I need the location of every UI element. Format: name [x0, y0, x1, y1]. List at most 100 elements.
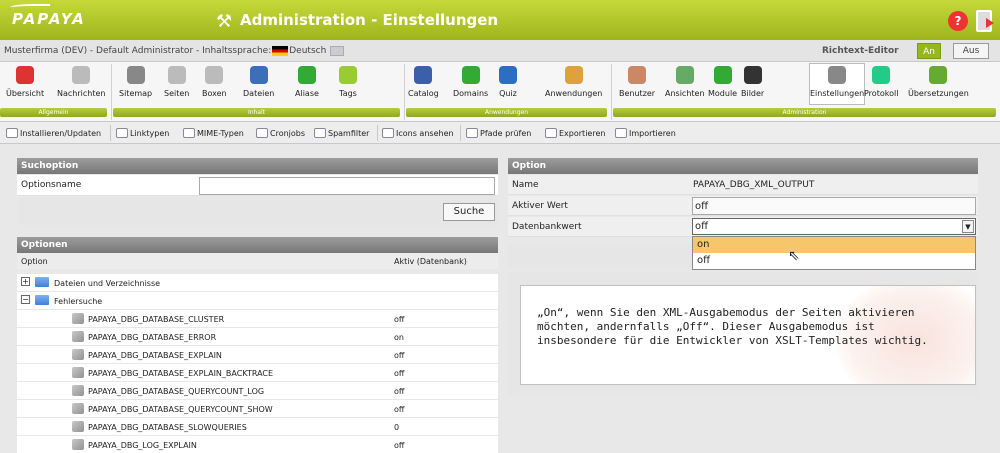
english-flag-icon[interactable] — [330, 46, 345, 56]
suche-button[interactable]: Suche — [443, 203, 495, 221]
toolbar-dateien-button[interactable]: Dateien — [243, 64, 274, 98]
toolbar-tags-button[interactable]: Tags — [339, 64, 357, 98]
übersetzungen-icon — [929, 66, 948, 84]
option-name: PAPAYA_DBG_DATABASE_CLUSTER — [88, 315, 225, 324]
toolbar-protokoll-button[interactable]: Protokoll — [864, 64, 898, 98]
quiz-icon — [499, 66, 517, 84]
toolbar2-importieren-button[interactable]: Importieren — [615, 128, 676, 138]
optionsname-label: Optionsname — [21, 180, 82, 190]
table-row[interactable]: PAPAYA_DBG_DATABASE_SLOWQUERIES 0 — [17, 418, 498, 435]
expand-icon[interactable]: − — [21, 295, 30, 304]
toolbar-sitemap-button[interactable]: Sitemap — [119, 64, 152, 98]
table-row[interactable]: PAPAYA_DBG_DATABASE_ERROR on — [17, 328, 498, 345]
tree-folder[interactable]: + Dateien und Verzeichnisse — [17, 274, 498, 291]
cronjobs-icon — [256, 128, 268, 138]
toolbar2-spamfilter-button[interactable]: Spamfilter — [314, 128, 369, 138]
aktiver-wert-label: Aktiver Wert — [512, 201, 568, 211]
optionsname-input[interactable] — [199, 177, 495, 195]
datenbankwert-dropdown[interactable]: on off — [692, 236, 976, 270]
wrench-icon — [72, 367, 84, 378]
toolbar2-linktypen-button[interactable]: Linktypen — [116, 128, 169, 138]
table-row[interactable]: PAPAYA_DBG_DATABASE_EXPLAIN_BACKTRACE off — [17, 364, 498, 381]
benutzer-icon — [628, 66, 647, 84]
exportieren-icon — [545, 128, 557, 138]
mimetypen-icon — [183, 128, 195, 138]
option-value: off — [394, 387, 405, 396]
german-flag-icon[interactable] — [272, 46, 289, 56]
toolbar-seiten-button[interactable]: Seiten — [164, 64, 189, 98]
richtext-on-button[interactable]: An — [917, 43, 941, 59]
option-value: 0 — [394, 423, 400, 432]
help-icon[interactable]: ? — [948, 11, 968, 31]
table-row[interactable]: PAPAYA_DBG_DATABASE_QUERYCOUNT_SHOW off — [17, 400, 498, 417]
sub-toolbar: Installieren/Updaten Linktypen MIME-Typen C… — [0, 122, 1000, 144]
toolbar2-iconsansehen-button[interactable]: Icons ansehen — [382, 128, 454, 138]
optionen-header: Optionen — [17, 237, 498, 253]
datenbankwert-select[interactable]: off ▼ — [692, 218, 976, 235]
wrench-icon — [72, 313, 84, 324]
option-header: Option — [508, 158, 978, 174]
table-row[interactable]: PAPAYA_DBG_DATABASE_CLUSTER off — [17, 310, 498, 327]
aliase-icon — [297, 66, 316, 84]
name-label: Name — [512, 180, 539, 190]
toolbar-übersetzungen-button[interactable]: Übersetzungen — [908, 64, 969, 98]
suche-button-bar — [17, 198, 498, 225]
toolbar-module-button[interactable]: Module — [708, 64, 737, 98]
tools-icon: ⚒ — [216, 11, 233, 32]
module-icon — [713, 66, 732, 84]
table-row[interactable]: PAPAYA_DBG_DATABASE_QUERYCOUNT_LOG off — [17, 382, 498, 399]
toolbar2-installierenupdaten-button[interactable]: Installieren/Updaten — [6, 128, 101, 138]
tree-folder[interactable]: − Fehlersuche — [17, 292, 498, 309]
toolbar-boxen-button[interactable]: Boxen — [202, 64, 227, 98]
wrench-icon — [72, 349, 84, 360]
toolbar-catalog-button[interactable]: Catalog — [408, 64, 439, 98]
linktypen-icon — [116, 128, 128, 138]
info-bar: Musterfirma (DEV) - Default Administrato… — [0, 40, 1000, 62]
wrench-icon — [72, 421, 84, 432]
tags-icon — [339, 66, 357, 84]
toolbar-übersicht-button[interactable]: Übersicht — [6, 64, 44, 98]
richtext-label: Richtext-Editor — [822, 46, 899, 56]
table-row[interactable]: PAPAYA_DBG_DATABASE_EXPLAIN off — [17, 346, 498, 363]
spamfilter-icon — [314, 128, 326, 138]
option-name: PAPAYA_DBG_DATABASE_ERROR — [88, 333, 217, 342]
toolbar-anwendungen-button[interactable]: Anwendungen — [545, 64, 602, 98]
toolbar2-pfadeprüfen-button[interactable]: Pfade prüfen — [466, 128, 531, 138]
option-name: PAPAYA_DBG_DATABASE_EXPLAIN — [88, 351, 222, 360]
toolbar-bilder-button[interactable]: Bilder — [741, 64, 764, 98]
folder-icon — [35, 277, 49, 287]
toolbar-nachrichten-button[interactable]: Nachrichten — [57, 64, 105, 98]
chevron-down-icon[interactable]: ▼ — [962, 220, 974, 233]
wrench-icon — [72, 385, 84, 396]
dropdown-option-off[interactable]: off — [693, 253, 975, 269]
papaya-logo[interactable]: PAPAYA — [10, 4, 86, 28]
bilder-icon — [743, 66, 762, 84]
toolbar-benutzer-button[interactable]: Benutzer — [619, 64, 655, 98]
expand-icon[interactable]: + — [21, 277, 30, 286]
toolbar-quiz-button[interactable]: Quiz — [499, 64, 517, 98]
toolbar-aliase-button[interactable]: Aliase — [295, 64, 319, 98]
toolbar-domains-button[interactable]: Domains — [453, 64, 488, 98]
logout-icon[interactable] — [976, 10, 994, 32]
richtext-off-button[interactable]: Aus — [953, 43, 989, 59]
option-value: off — [394, 441, 405, 450]
option-button-bar — [508, 243, 693, 267]
toolbar2-mimetypen-button[interactable]: MIME-Typen — [183, 128, 244, 138]
toolbar-separator — [377, 125, 378, 141]
column-option[interactable]: Option — [21, 257, 48, 266]
optionen-columns: Option Aktiv (Datenbank) — [17, 253, 498, 269]
option-name: PAPAYA_DBG_DATABASE_EXPLAIN_BACKTRACE — [88, 369, 274, 378]
toolbar-einstellungen-button[interactable]: Einstellungen — [809, 63, 866, 105]
installierenupdaten-icon — [6, 128, 18, 138]
dropdown-option-on[interactable]: on — [693, 237, 975, 253]
column-aktiv[interactable]: Aktiv (Datenbank) — [394, 257, 467, 266]
toolbar2-exportieren-button[interactable]: Exportieren — [545, 128, 605, 138]
folder-icon — [35, 295, 49, 305]
toolbar2-cronjobs-button[interactable]: Cronjobs — [256, 128, 305, 138]
mouse-cursor-icon: ⇖ — [788, 248, 800, 264]
einstellungen-icon — [828, 66, 847, 84]
option-name: PAPAYA_DBG_DATABASE_SLOWQUERIES — [88, 423, 247, 432]
content-language[interactable]: Deutsch — [289, 46, 326, 56]
toolbar-ansichten-button[interactable]: Ansichten — [665, 64, 705, 98]
toolbar-separator — [110, 125, 111, 141]
